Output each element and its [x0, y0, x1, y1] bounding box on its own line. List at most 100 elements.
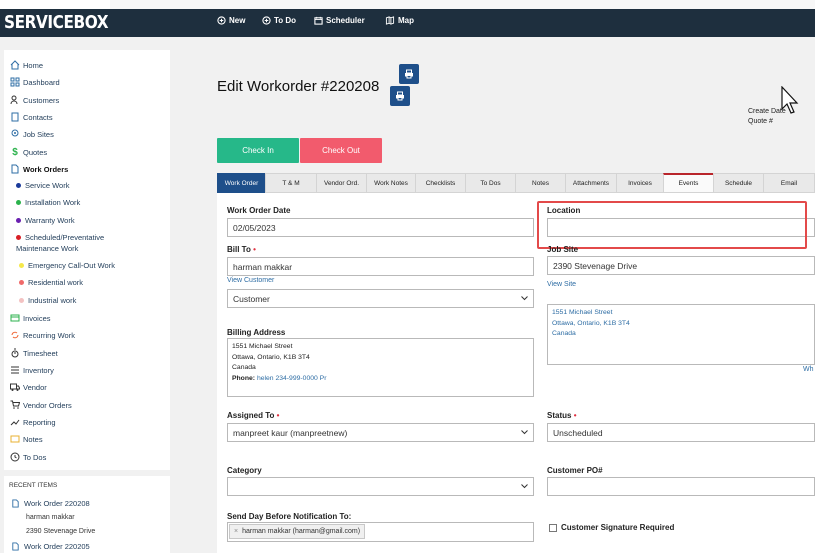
- nav-new[interactable]: New: [217, 16, 245, 25]
- sidebar-item-label: Work Orders: [23, 164, 69, 174]
- sidebar-sub-warranty-work[interactable]: Warranty Work: [16, 216, 75, 225]
- tab-work-order[interactable]: Work Order: [217, 173, 265, 193]
- sidebar-sub-residential-work[interactable]: Residential work: [19, 278, 83, 287]
- sidebar-item-timesheet[interactable]: Timesheet: [10, 348, 58, 358]
- color-dot: [19, 280, 24, 285]
- sidebar-sub-industrial-work[interactable]: Industrial work: [19, 296, 76, 305]
- recent-item-work-order[interactable]: Work Order 220208: [11, 499, 90, 508]
- bill-to-label-text: Bill To: [227, 245, 251, 254]
- customer-type-select[interactable]: Customer: [227, 289, 534, 308]
- job-site-more-link[interactable]: Wh: [803, 366, 814, 373]
- sidebar-sub-service-work[interactable]: Service Work: [16, 181, 69, 190]
- view-site-link[interactable]: View Site: [547, 281, 576, 288]
- sidebar-item-label: Vendor Orders: [23, 400, 72, 410]
- notification-tag[interactable]: × harman makkar (harman@gmail.com): [229, 524, 366, 539]
- check-in-button[interactable]: Check In: [217, 138, 299, 163]
- recent-item-work-order[interactable]: Work Order 220205: [11, 542, 90, 551]
- sidebar-item-vendor-orders[interactable]: Vendor Orders: [10, 400, 72, 410]
- customer-signature-checkbox[interactable]: Customer Signature Required: [549, 523, 674, 532]
- sidebar-item-customers[interactable]: Customers: [10, 95, 59, 105]
- checkbox-box[interactable]: [549, 523, 557, 532]
- plus-circle-icon: [262, 16, 271, 25]
- sidebar-item-notes[interactable]: Notes: [10, 434, 43, 444]
- tab-attachments[interactable]: Attachments: [565, 173, 616, 193]
- color-dot: [19, 263, 24, 268]
- list-icon: [10, 365, 20, 375]
- sidebar-item-label: Home: [23, 60, 44, 70]
- sidebar-item-recurring-work[interactable]: Recurring Work: [10, 330, 75, 340]
- tab-events[interactable]: Events: [663, 173, 713, 193]
- printer-icon: [405, 69, 413, 79]
- tab-todos[interactable]: To Dos: [465, 173, 515, 193]
- bill-to-input[interactable]: harman makkar: [227, 257, 534, 276]
- clock-icon: [10, 452, 20, 462]
- nav-map-label: Map: [398, 16, 414, 25]
- sidebar-item-label: Notes: [23, 434, 43, 444]
- tab-bar: Work Order T & M Vendor Ord. Work Notes …: [217, 173, 815, 193]
- sidebar-item-contacts[interactable]: Contacts: [10, 112, 53, 122]
- print-button[interactable]: [399, 64, 419, 84]
- sidebar-sub-scheduled-work[interactable]: Scheduled/Preventative: [16, 233, 104, 242]
- sidebar-item-work-orders[interactable]: Work Orders: [10, 164, 68, 174]
- nav-map[interactable]: Map: [385, 16, 414, 25]
- chevron-down-icon: [521, 484, 528, 489]
- status-select[interactable]: Unscheduled: [547, 423, 815, 442]
- print-button[interactable]: [390, 86, 410, 106]
- invoice-icon: [10, 313, 20, 323]
- phone-value[interactable]: helen 234-999-0000 Pr: [257, 375, 327, 382]
- top-navbar: SERVICEBOX New To Do Scheduler Map: [0, 9, 815, 37]
- map-icon: [385, 16, 395, 25]
- job-site-input[interactable]: 2390 Stevenage Drive: [547, 256, 815, 275]
- tab-checklists[interactable]: Checklists: [415, 173, 465, 193]
- tab-notes[interactable]: Notes: [515, 173, 565, 193]
- tab-email[interactable]: Email: [763, 173, 815, 193]
- billing-address-box: 1551 Michael Street Ottawa, Ontario, K1B…: [227, 338, 534, 397]
- category-select[interactable]: [227, 477, 534, 496]
- chart-icon: [10, 417, 20, 427]
- nav-scheduler[interactable]: Scheduler: [314, 16, 365, 25]
- sidebar-item-job-sites[interactable]: Job Sites: [10, 129, 54, 139]
- stopwatch-icon: [10, 348, 20, 358]
- sidebar-item-label: Invoices: [23, 313, 51, 323]
- address-line: Ottawa, Ontario, K1B 3T4: [232, 353, 310, 361]
- recent-item-site: 2390 Stevenage Drive: [26, 528, 96, 535]
- work-order-date-input[interactable]: 02/05/2023: [227, 218, 534, 237]
- notification-label: Send Day Before Notification To:: [227, 512, 352, 521]
- sidebar-sub-emergency-work[interactable]: Emergency Call-Out Work: [19, 261, 115, 270]
- sidebar-item-inventory[interactable]: Inventory: [10, 365, 54, 375]
- remove-tag-icon[interactable]: ×: [234, 528, 238, 535]
- customer-po-input[interactable]: [547, 477, 815, 496]
- sidebar-item-quotes[interactable]: $ Quotes: [10, 147, 48, 158]
- tab-t-and-m[interactable]: T & M: [265, 173, 316, 193]
- sidebar-item-dashboard[interactable]: Dashboard: [10, 77, 60, 87]
- address-line: Ottawa, Ontario, K1B 3T4: [552, 319, 630, 327]
- sidebar-item-vendor[interactable]: Vendor: [10, 382, 47, 392]
- chevron-down-icon: [521, 430, 528, 435]
- sidebar-sub-installation-work[interactable]: Installation Work: [16, 198, 80, 207]
- sidebar-item-label: Timesheet: [23, 348, 58, 358]
- check-out-button[interactable]: Check Out: [300, 138, 382, 163]
- color-dot: [16, 200, 21, 205]
- sidebar-item-home[interactable]: Home: [10, 60, 43, 70]
- tab-invoices[interactable]: Invoices: [616, 173, 663, 193]
- view-customer-link[interactable]: View Customer: [227, 277, 274, 284]
- tab-schedule[interactable]: Schedule: [713, 173, 763, 193]
- sidebar-item-label: Quotes: [23, 147, 48, 157]
- users-icon: [10, 95, 20, 105]
- sidebar-item-label: To Dos: [23, 452, 47, 462]
- sidebar-item-invoices[interactable]: Invoices: [10, 313, 51, 323]
- nav-todo[interactable]: To Do: [262, 16, 296, 25]
- recent-items-panel: RECENT ITEMS Work Order 220208 harman ma…: [4, 476, 170, 553]
- customer-type-value: Customer: [233, 293, 270, 304]
- sidebar-sub-label: Installation Work: [25, 198, 81, 207]
- tab-work-notes[interactable]: Work Notes: [366, 173, 415, 193]
- tab-vendor-orders[interactable]: Vendor Ord.: [316, 173, 366, 193]
- sidebar-item-reporting[interactable]: Reporting: [10, 417, 56, 427]
- quote-number-label: Quote #: [748, 118, 773, 125]
- assigned-to-select[interactable]: manpreet kaur (manpreetnew): [227, 423, 534, 442]
- sidebar-sub-scheduled-work-line2[interactable]: Maintenance Work: [16, 244, 78, 253]
- brand-logo[interactable]: SERVICEBOX: [4, 12, 109, 33]
- sidebar-item-todos[interactable]: To Dos: [10, 452, 46, 462]
- customer-po-label: Customer PO#: [547, 466, 603, 475]
- sidebar-item-label: Recurring Work: [23, 330, 75, 340]
